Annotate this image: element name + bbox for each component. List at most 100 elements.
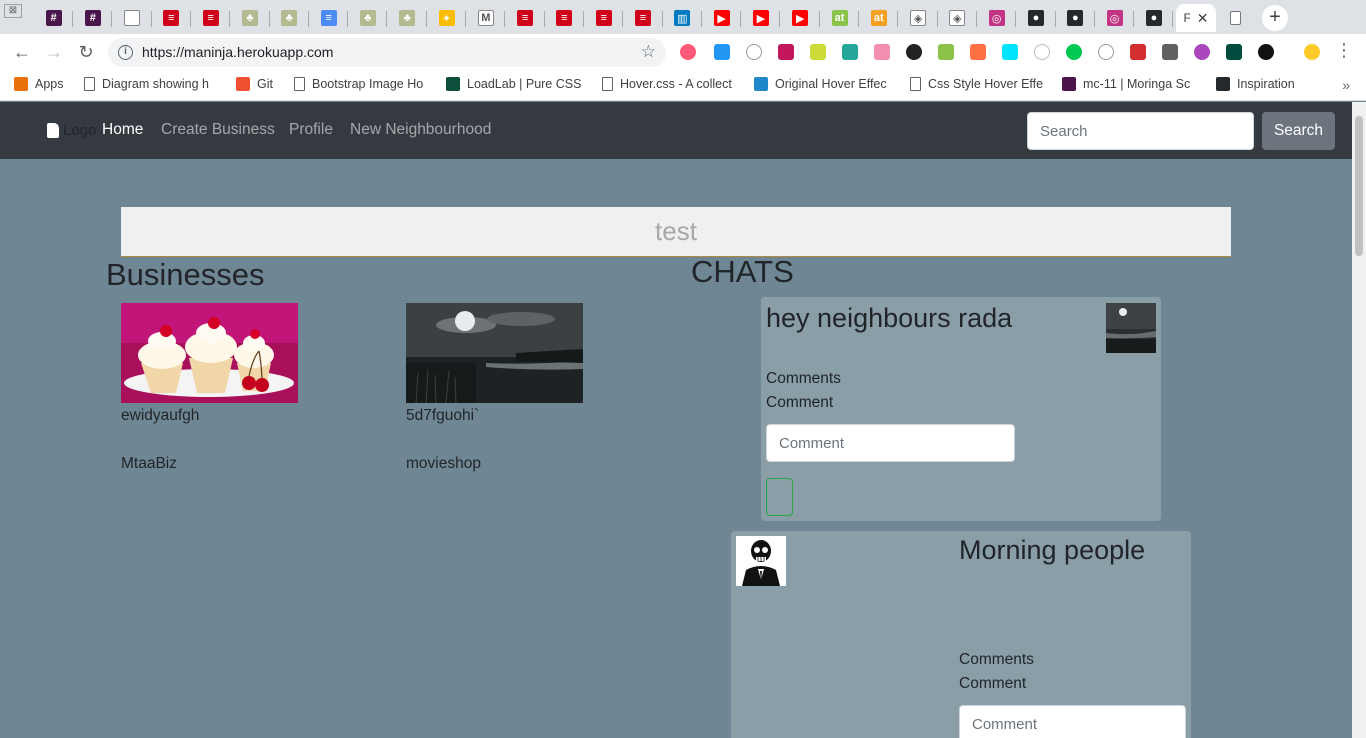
browser-tab[interactable]: M [466, 4, 506, 32]
browser-tab[interactable]: ≡ [152, 4, 191, 32]
window-menu-icon[interactable]: ⊠ [4, 4, 22, 18]
extension-n-icon[interactable] [810, 44, 826, 60]
browser-tab[interactable]: # [73, 4, 113, 32]
extension-shield-icon[interactable] [1130, 44, 1146, 60]
bookmark-item[interactable]: Css Style Hover Effe [910, 77, 1043, 91]
extension-avatar-icon[interactable] [778, 44, 794, 60]
nav-profile[interactable]: Profile [289, 121, 333, 139]
browser-tab[interactable]: ≡ [309, 4, 349, 32]
business-image-moonlit-lake[interactable] [406, 303, 583, 403]
bookmark-item[interactable]: Inspiration [1216, 77, 1295, 91]
browser-tab[interactable]: ♣ [231, 4, 270, 32]
bookmark-item[interactable]: Git [236, 77, 273, 91]
browser-tab[interactable]: ≡ [624, 4, 663, 32]
extension-green-icon[interactable] [938, 44, 954, 60]
scrollbar-thumb[interactable] [1355, 116, 1363, 256]
browser-tab[interactable]: ♣ [270, 4, 309, 32]
browser-tab[interactable]: ▶ [741, 4, 781, 32]
extension-s-icon[interactable] [842, 44, 858, 60]
browser-tab[interactable] [113, 4, 152, 32]
browser-tab[interactable]: ◎ [977, 4, 1017, 32]
business-image-cupcakes[interactable] [121, 303, 298, 403]
page-icon [84, 77, 95, 91]
search-input[interactable] [1027, 112, 1254, 150]
extension-page-icon[interactable] [1002, 44, 1018, 60]
browser-tab[interactable]: at [820, 4, 859, 32]
extension-grid-icon[interactable] [970, 44, 986, 60]
back-arrow-icon[interactable]: ← [12, 42, 32, 63]
browser-tab[interactable]: ● [1056, 4, 1095, 32]
business-card: 5d7fguohi` movieshop [406, 303, 583, 473]
business-card: ewidyaufgh MtaaBiz [121, 303, 298, 473]
search-button[interactable]: Search [1262, 112, 1335, 150]
extension-leaf-icon[interactable] [1066, 44, 1082, 60]
extension-unicorn-icon[interactable] [874, 44, 890, 60]
bookmark-label: Original Hover Effec [775, 77, 887, 91]
red-bars-icon: ≡ [517, 10, 534, 26]
browser-tab[interactable]: # [34, 4, 73, 32]
browser-tab[interactable]: ● [1017, 4, 1056, 32]
browser-tab[interactable]: at [859, 4, 899, 32]
bookmark-item[interactable]: Original Hover Effec [754, 77, 887, 91]
comment-input[interactable] [959, 705, 1186, 738]
browser-tab[interactable]: ♣ [348, 4, 388, 32]
tab-blank[interactable] [1216, 4, 1255, 32]
extension-dark-circle-icon[interactable] [906, 44, 922, 60]
browser-tab[interactable]: ▶ [781, 4, 820, 32]
browser-tab[interactable]: ▶ [702, 4, 742, 32]
nav-new-neighbourhood[interactable]: New Neighbourhood [350, 121, 491, 139]
bookmarks-bar: Apps Diagram showing h Git Bootstrap Image … [0, 71, 1366, 101]
more-bookmarks-icon[interactable]: » [1342, 77, 1350, 93]
profile-avatar-icon[interactable] [1304, 44, 1320, 60]
extension-color-wheel-icon[interactable] [1194, 44, 1210, 60]
browser-tab[interactable]: ◎ [1095, 4, 1135, 32]
browser-tab[interactable]: ♣ [388, 4, 427, 32]
chat-card: hey neighbours rada Comments Comment [761, 297, 1161, 521]
extension-cast-icon[interactable] [680, 44, 696, 60]
browser-tab[interactable]: ≡ [584, 4, 624, 32]
extension-circle2-icon[interactable] [1098, 44, 1114, 60]
extension-h-icon[interactable] [1034, 44, 1050, 60]
extension-circle-icon[interactable] [746, 44, 762, 60]
browser-tab[interactable]: ≡ [545, 4, 584, 32]
extension-badge-icon[interactable] [714, 44, 730, 60]
browser-tab[interactable]: ≡ [506, 4, 545, 32]
businesses-heading: Businesses [106, 257, 265, 292]
browser-tab[interactable]: ◈ [938, 4, 977, 32]
comment-input[interactable] [766, 424, 1015, 462]
extension-lr-icon[interactable] [1226, 44, 1242, 60]
tree-icon: ♣ [242, 10, 258, 26]
docs-icon: ≡ [320, 10, 337, 26]
close-tab-icon[interactable]: ✕ [1197, 10, 1209, 27]
url-text[interactable]: https://maninja.herokuapp.com [142, 44, 333, 60]
bookmark-label: mc-11 | Moringa Sc [1083, 77, 1191, 91]
nav-create-business[interactable]: Create Business [161, 121, 275, 139]
bookmark-star-icon[interactable]: ☆ [641, 42, 656, 62]
site-info-icon[interactable]: i [118, 45, 133, 60]
bookmark-item[interactable]: Diagram showing h [84, 77, 209, 91]
browser-tab[interactable]: ≡ [191, 4, 231, 32]
reload-icon[interactable]: ↻ [76, 42, 96, 63]
active-tab[interactable]: F ✕ [1176, 4, 1216, 32]
nav-home[interactable]: Home [102, 121, 143, 139]
bookmark-item[interactable]: LoadLab | Pure CSS [446, 77, 581, 91]
extension-skull-icon[interactable] [1258, 44, 1274, 60]
bookmark-item[interactable]: Bootstrap Image Ho [294, 77, 423, 91]
bookmark-item[interactable]: Hover.css - A collect [602, 77, 732, 91]
browser-tab[interactable]: ✦ [427, 4, 466, 32]
browser-tab[interactable]: ◈ [899, 4, 938, 32]
page-scrollbar[interactable] [1352, 102, 1366, 738]
forward-arrow-icon[interactable]: → [44, 42, 64, 63]
brand-logo[interactable]: Logo [47, 122, 96, 139]
bookmark-item[interactable]: mc-11 | Moringa Sc [1062, 77, 1190, 91]
new-tab-button[interactable]: + [1262, 5, 1288, 31]
extension-bulb-icon[interactable] [1162, 44, 1178, 60]
browser-tab[interactable]: ● [1134, 4, 1174, 32]
bookmark-label: LoadLab | Pure CSS [467, 77, 582, 91]
address-bar[interactable]: i https://maninja.herokuapp.com ☆ [108, 38, 666, 67]
bookmark-item[interactable]: Apps [14, 77, 64, 91]
browser-tab[interactable]: ▥ [663, 4, 702, 32]
bookmark-label: Bootstrap Image Ho [312, 77, 424, 91]
browser-menu-icon[interactable]: ⋮ [1334, 40, 1354, 61]
comment-submit-button[interactable] [766, 478, 793, 516]
